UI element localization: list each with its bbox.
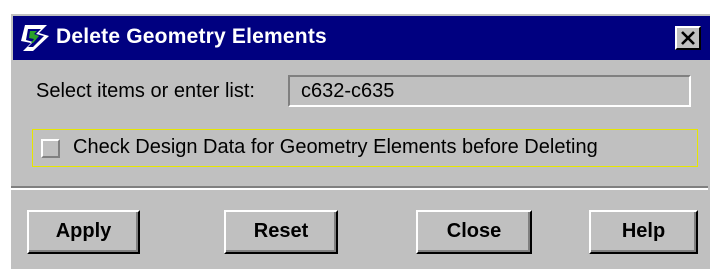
check-design-data-label[interactable]: Check Design Data for Geometry Elements … xyxy=(73,136,598,159)
dialog-title: Delete Geometry Elements xyxy=(56,25,327,48)
select-items-label: Select items or enter list: xyxy=(36,80,255,102)
close-button[interactable]: Close xyxy=(416,210,532,254)
delete-geometry-elements-dialog: Delete Geometry Elements Select items or… xyxy=(9,12,710,269)
close-window-button[interactable] xyxy=(675,26,701,50)
reset-button[interactable]: Reset xyxy=(224,210,338,254)
help-button[interactable]: Help xyxy=(589,210,698,254)
select-items-row: Select items or enter list: c632-c635 xyxy=(11,73,708,113)
close-icon xyxy=(681,31,695,45)
apply-button[interactable]: Apply xyxy=(27,210,140,254)
check-design-data-option[interactable]: Check Design Data for Geometry Elements … xyxy=(32,129,698,167)
title-bar[interactable]: Delete Geometry Elements xyxy=(13,16,710,60)
select-items-input[interactable]: c632-c635 xyxy=(288,75,691,107)
check-design-data-checkbox[interactable] xyxy=(41,139,60,158)
button-divider xyxy=(11,186,708,190)
bentley-b-icon xyxy=(19,22,53,54)
